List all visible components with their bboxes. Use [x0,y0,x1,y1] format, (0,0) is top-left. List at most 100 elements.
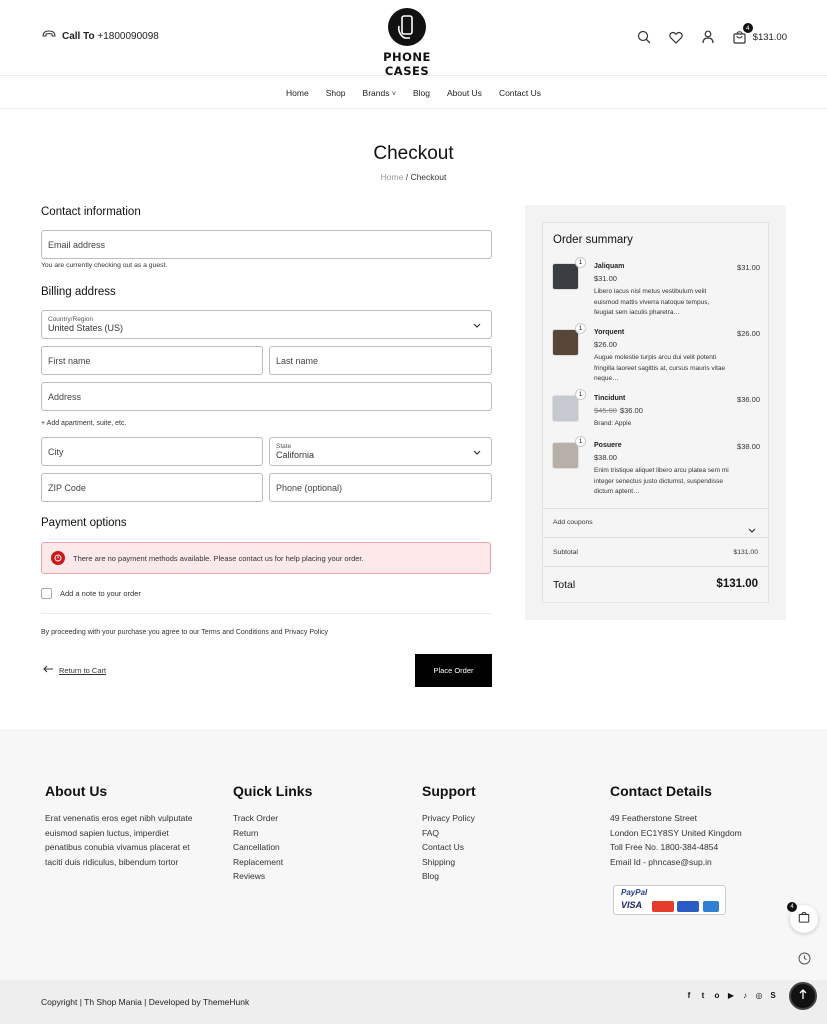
nav-item-shop[interactable]: Shop [326,88,346,98]
footer-link-shipping[interactable]: Shipping [422,855,476,870]
order-summary-heading: Order summary [553,234,633,246]
footer-contact-line: Email Id - phncase@sup.in [610,856,712,867]
cart-icon[interactable]: 4 [731,23,753,46]
phone-field[interactable]: Phone (optional) [269,473,492,502]
cart-count-badge: 4 [742,23,753,33]
facebook-icon[interactable]: f [684,990,694,1000]
site-footer: About Us Erat venenatis eros eget nibh v… [0,729,827,980]
item-total: $26.00 [737,329,760,338]
quantity-badge: 1 [575,323,586,334]
product-thumbnail [552,442,579,469]
first-name-field[interactable]: First name [41,346,263,375]
alert-text: There are no payment methods available. … [73,553,364,563]
footer-link-faq[interactable]: FAQ [422,826,476,841]
breadcrumb-current: Checkout [410,172,447,182]
contact-heading: Contact information [41,206,141,218]
twitter-icon[interactable]: t [698,990,708,1000]
call-prefix: Call To [62,31,95,42]
paypal-logo: PayPal [621,888,648,897]
item-price: $45.00 $36.00 [594,406,643,415]
footer-link-return[interactable]: Return [233,826,312,841]
country-select[interactable]: Country/Region United States (US) [41,310,492,339]
error-icon [51,551,65,565]
footer-link-replacement[interactable]: Replacement [233,855,312,870]
item-name: Jaliquam [594,263,625,270]
add-coupons-label: Add coupons [553,519,593,526]
recently-viewed-clock-icon[interactable] [796,950,812,966]
call-info[interactable]: Call To +1800090098 [42,30,159,43]
nav-item-home[interactable]: Home [286,88,309,98]
product-thumbnail [552,263,579,290]
footer-about-text: penatibus conubia vivamus placerat et [45,842,190,853]
wishlist-heart-icon[interactable] [667,28,685,46]
return-to-cart-label: Return to Cart [59,665,107,675]
item-price: $38.00 [594,453,617,462]
breadcrumb-separator: / [405,172,409,182]
order-note-toggle[interactable]: Add a note to your order [41,588,141,599]
maestro-logo-icon [677,901,699,912]
cart-total[interactable]: $131.00 [753,32,787,43]
item-total: $38.00 [737,442,760,451]
footer-link-reviews[interactable]: Reviews [233,869,312,884]
zip-field[interactable]: ZIP Code [41,473,263,502]
last-name-field[interactable]: Last name [269,346,492,375]
state-select[interactable]: State California [269,437,492,466]
pinterest-icon[interactable]: ◎ [754,990,764,1000]
instagram-icon[interactable]: o [712,990,722,1000]
state-value: California [276,450,315,460]
add-apartment-link[interactable]: + Add apartment, suite, etc. [41,420,126,427]
search-icon[interactable] [635,28,653,46]
footer-link-privacy[interactable]: Privacy Policy [422,811,476,826]
breadcrumb-home[interactable]: Home [381,172,404,182]
page-title: Checkout [373,143,454,164]
tiktok-icon[interactable]: ♪ [740,990,750,1000]
scroll-to-top-button[interactable] [789,982,817,1010]
item-name: Posuere [594,442,622,449]
visa-logo: VISA [621,900,643,910]
return-to-cart-link[interactable]: Return to Cart [43,665,106,675]
site-logo[interactable]: PHONE CASES [364,8,450,78]
youtube-icon[interactable]: ▶ [726,990,736,1000]
footer-about: About Us Erat venenatis eros eget nibh v… [45,783,225,869]
footer-link-contact[interactable]: Contact Us [422,840,476,855]
skype-icon[interactable]: S [768,990,778,1000]
phone-placeholder: Phone (optional) [276,482,343,493]
nav-item-about[interactable]: About Us [447,88,482,98]
billing-heading: Billing address [41,286,116,298]
subtotal-label: Subtotal [553,549,578,556]
divider [543,508,768,509]
amex-logo-icon [703,901,719,912]
divider [543,537,768,538]
footer-link-track-order[interactable]: Track Order [233,811,312,826]
zip-placeholder: ZIP Code [48,482,86,493]
breadcrumb: Home / Checkout [0,172,827,182]
order-note-checkbox[interactable] [41,588,52,599]
email-field[interactable]: Email address [41,230,492,259]
country-label: Country/Region [48,316,94,323]
email-placeholder: Email address [48,239,106,250]
terms-text: By proceeding with your purchase you agr… [41,629,329,636]
quantity-badge: 1 [575,389,586,400]
footer-link-blog[interactable]: Blog [422,869,476,884]
chevron-down-icon [748,520,756,538]
floating-cart-button[interactable]: 4 [787,902,818,933]
footer-link-cancellation[interactable]: Cancellation [233,840,312,855]
total-value: $131.00 [716,578,758,590]
payment-heading: Payment options [41,517,127,529]
footer-support: Support Privacy Policy FAQ Contact Us Sh… [422,783,476,884]
chevron-down-icon [473,447,481,457]
product-thumbnail [552,395,579,422]
place-order-button[interactable]: Place Order [415,654,492,687]
total-label: Total [553,579,576,591]
city-field[interactable]: City [41,437,263,466]
nav-item-contact[interactable]: Contact Us [499,88,541,98]
footer-bottom-bar: Copyright | Th Shop Mania | Developed by… [0,980,827,1024]
footer-about-text: euismod sapien luctus, imperdiet [45,827,169,838]
state-label: State [276,443,292,450]
address-field[interactable]: Address [41,382,492,411]
nav-item-blog[interactable]: Blog [413,88,430,98]
user-account-icon[interactable] [699,28,717,46]
phone-number: +1800090098 [97,31,159,42]
nav-item-brands[interactable]: Brands ˅ [363,88,396,98]
item-total: $36.00 [737,395,760,404]
